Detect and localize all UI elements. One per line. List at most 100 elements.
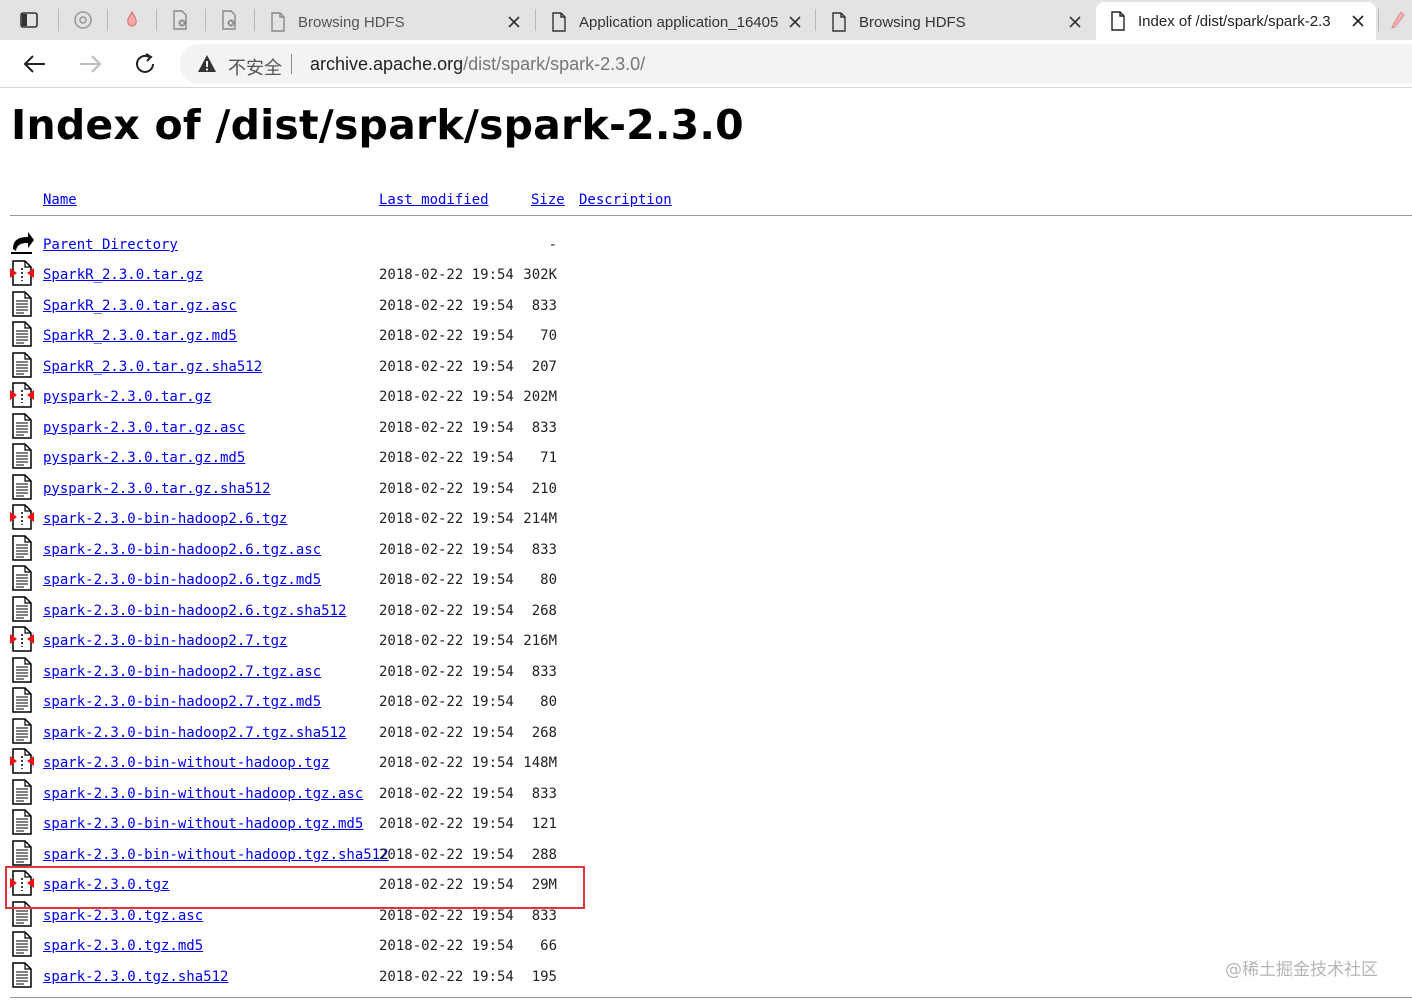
file-link[interactable]: spark-2.3.0.tgz.sha512 [43, 969, 228, 985]
file-link[interactable]: spark-2.3.0-bin-hadoop2.6.tgz.md5 [43, 572, 321, 588]
url-host: archive.apache.org [310, 54, 464, 74]
text-file-icon [12, 839, 32, 866]
text-file-icon [12, 931, 32, 957]
file-modified-date: 2018-02-22 19:54 [379, 846, 514, 863]
arrow-left-icon [23, 55, 45, 73]
page-icon [832, 12, 846, 32]
file-link[interactable]: pyspark-2.3.0.tar.gz [43, 389, 212, 405]
file-row: spark-2.3.0-bin-without-hadoop.tgz.sha51… [0, 839, 700, 869]
file-size: 216M [523, 633, 557, 649]
tab-browsing-hdfs-2[interactable]: Browsing HDFS [817, 4, 1093, 40]
file-modified-date: 2018-02-22 19:54 [379, 419, 514, 436]
file-modified-date: 2018-02-22 19:54 [379, 511, 514, 527]
file-link[interactable]: spark-2.3.0-bin-hadoop2.6.tgz [43, 511, 287, 527]
warning-icon[interactable] [197, 54, 217, 74]
file-link[interactable]: spark-2.3.0-bin-hadoop2.7.tgz.md5 [43, 694, 321, 710]
file-modified-date: 2018-02-22 19:54 [379, 297, 514, 314]
text-file-icon [12, 565, 32, 591]
archive-icon [10, 382, 34, 408]
file-link[interactable]: spark-2.3.0-bin-hadoop2.7.tgz.sha512 [43, 725, 346, 741]
file-size: 202M [523, 389, 557, 405]
text-file-icon [12, 778, 32, 805]
file-link[interactable]: spark-2.3.0.tgz.asc [43, 908, 203, 924]
file-link[interactable]: SparkR_2.3.0.tar.gz.asc [43, 298, 237, 314]
tab-title: Index of /dist/spark/spark-2.3 [1138, 12, 1331, 30]
header-divider [10, 215, 1412, 216]
pinned-tab-error-page[interactable] [163, 6, 197, 34]
file-link[interactable]: spark-2.3.0-bin-hadoop2.6.tgz.sha512 [43, 603, 346, 619]
file-size: 207 [531, 358, 557, 375]
file-link[interactable]: pyspark-2.3.0.tar.gz.sha512 [43, 481, 271, 497]
arrow-right-icon [80, 55, 102, 73]
pen-icon[interactable] [1384, 6, 1412, 34]
file-row: SparkR_2.3.0.tar.gz.asc 2018-02-22 19:54 8… [0, 290, 700, 320]
security-label[interactable]: 不安全 [228, 54, 282, 80]
tab-application[interactable]: Application application_16405 [537, 4, 813, 40]
pinned-tab-error-page-2[interactable] [212, 6, 246, 34]
close-icon[interactable] [506, 14, 522, 30]
reload-icon [136, 53, 154, 73]
file-link[interactable]: SparkR_2.3.0.tar.gz [43, 267, 203, 283]
file-size: 80 [540, 694, 557, 710]
text-file-icon [12, 595, 32, 622]
file-modified-date: 2018-02-22 19:54 [379, 755, 514, 771]
file-link[interactable]: pyspark-2.3.0.tar.gz.asc [43, 420, 245, 436]
file-modified-date: 2018-02-22 19:54 [379, 389, 514, 405]
file-modified-date: 2018-02-22 19:54 [379, 724, 514, 741]
file-row: SparkR_2.3.0.tar.gz.md5 2018-02-22 19:54 7… [0, 320, 700, 350]
file-modified-date: 2018-02-22 19:54 [379, 572, 514, 588]
close-icon[interactable] [787, 14, 803, 30]
tab-actions-icon[interactable] [12, 6, 46, 34]
forward-button[interactable] [75, 50, 105, 78]
file-link[interactable]: pyspark-2.3.0.tar.gz.md5 [43, 450, 245, 466]
file-link[interactable]: SparkR_2.3.0.tar.gz.md5 [43, 328, 237, 344]
file-link[interactable]: spark-2.3.0-bin-without-hadoop.tgz.asc [43, 786, 363, 802]
text-file-icon [12, 321, 32, 347]
file-link[interactable]: spark-2.3.0-bin-hadoop2.7.tgz [43, 633, 287, 649]
file-link[interactable]: spark-2.3.0-bin-without-hadoop.tgz.sha51… [43, 847, 389, 863]
browser-toolbar: 不安全 archive.apache.org/dist/spark/spark-… [0, 40, 1412, 88]
file-size: 268 [531, 724, 557, 741]
file-size: 66 [540, 938, 557, 954]
file-link[interactable]: spark-2.3.0.tgz.md5 [43, 938, 203, 954]
url-text[interactable]: archive.apache.org/dist/spark/spark-2.3.… [310, 54, 645, 75]
text-file-icon [12, 443, 32, 469]
tab-index-of-spark[interactable]: Index of /dist/spark/spark-2.3 [1096, 2, 1376, 40]
page-icon [271, 12, 285, 32]
text-file-icon [12, 351, 32, 378]
file-modified-date: 2018-02-22 19:54 [379, 968, 514, 985]
address-bar[interactable]: 不安全 archive.apache.org/dist/spark/spark-… [180, 44, 1412, 84]
highlight-annotation [5, 866, 585, 909]
file-row: spark-2.3.0-bin-hadoop2.7.tgz.asc 2018-02… [0, 656, 700, 686]
file-modified-date: 2018-02-22 19:54 [379, 633, 514, 649]
parent-directory-link[interactable]: Parent Directory [43, 237, 178, 253]
file-row: spark-2.3.0.tgz.md5 2018-02-22 19:54 66 [0, 930, 700, 960]
file-row: spark-2.3.0-bin-hadoop2.6.tgz.sha512 2018… [0, 595, 700, 625]
page-icon [552, 12, 566, 32]
file-size: 148M [523, 755, 557, 771]
text-file-icon [12, 687, 32, 713]
tab-strip: Browsing HDFS Application application_16… [0, 0, 1412, 40]
file-link[interactable]: spark-2.3.0-bin-without-hadoop.tgz.md5 [43, 816, 363, 832]
close-icon[interactable] [1067, 14, 1083, 30]
column-header-description[interactable]: Description [579, 192, 672, 208]
back-arrow-icon [11, 232, 34, 254]
file-link[interactable]: spark-2.3.0-bin-without-hadoop.tgz [43, 755, 330, 771]
text-file-icon [12, 656, 32, 683]
pinned-tab-spark[interactable] [115, 6, 149, 34]
column-header-name[interactable]: Name [43, 192, 77, 208]
file-link[interactable]: spark-2.3.0-bin-hadoop2.6.tgz.asc [43, 542, 321, 558]
reload-button[interactable] [130, 50, 160, 78]
column-header-last-modified[interactable]: Last modified [379, 192, 489, 208]
file-link[interactable]: SparkR_2.3.0.tar.gz.sha512 [43, 359, 262, 375]
close-icon[interactable] [1350, 13, 1366, 29]
back-button[interactable] [20, 50, 50, 78]
column-header-size[interactable]: Size [531, 192, 565, 208]
file-size: 210 [531, 480, 557, 497]
file-modified-date: 2018-02-22 19:54 [379, 816, 514, 832]
file-modified-date: 2018-02-22 19:54 [379, 450, 514, 466]
text-file-icon [12, 809, 32, 835]
tab-browsing-hdfs-1[interactable]: Browsing HDFS [256, 4, 532, 40]
pinned-tab-chrome[interactable] [66, 6, 100, 34]
file-link[interactable]: spark-2.3.0-bin-hadoop2.7.tgz.asc [43, 664, 321, 680]
